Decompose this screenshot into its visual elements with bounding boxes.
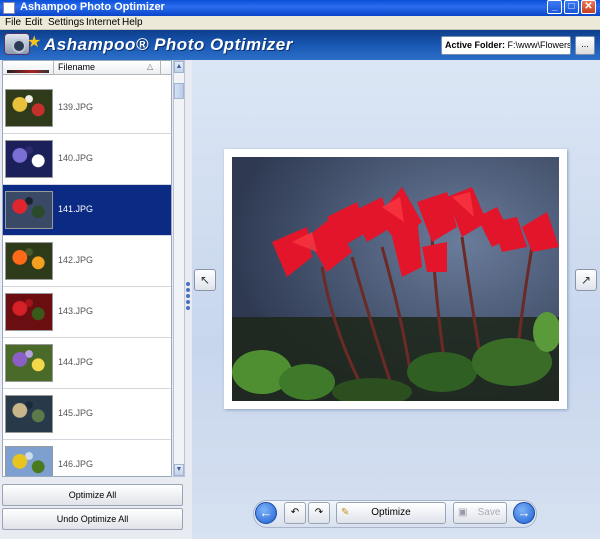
thumbnail-image <box>5 446 53 476</box>
minimize-button[interactable]: _ <box>547 0 562 14</box>
filename-column-header[interactable]: Filename <box>58 62 95 72</box>
filename-label: 140.JPG <box>58 153 94 163</box>
next-image-button[interactable]: ↗ <box>575 269 597 291</box>
star-icon: ★ <box>27 34 42 51</box>
thumbnail-image <box>5 191 53 229</box>
browse-folder-button[interactable]: ... <box>575 36 595 55</box>
close-button[interactable]: ✕ <box>581 0 596 14</box>
optimize-button[interactable]: ✎ Optimize <box>336 502 446 524</box>
rotate-left-button[interactable]: ↶ <box>284 502 306 524</box>
list-item[interactable]: 140.JPG <box>3 134 171 185</box>
maximize-button[interactable]: □ <box>564 0 579 14</box>
list-header: Filename △ <box>3 61 171 75</box>
next-arrow-icon[interactable]: → <box>513 502 535 524</box>
menu-file[interactable]: File <box>5 17 21 28</box>
thumbnail-column-header[interactable] <box>3 61 54 75</box>
title-bar: Ashampoo Photo Optimizer _ □ ✕ <box>0 0 600 16</box>
thumbnail-image <box>5 89 53 127</box>
scroll-up-icon[interactable]: ▲ <box>174 61 184 73</box>
preview-photo <box>232 157 559 401</box>
file-list-scrollbar[interactable]: ▲ ▼ <box>173 60 185 477</box>
app-icon <box>3 2 15 14</box>
magic-wand-icon: ✎ <box>341 507 350 518</box>
menu-bar: File Edit Settings Internet Help <box>0 16 600 30</box>
file-list[interactable]: Filename △ 139.JPG 140.JPG 141.JPG 142.JPG 1… <box>2 60 172 477</box>
menu-settings[interactable]: Settings <box>48 17 84 28</box>
rotate-right-button[interactable]: ↷ <box>308 502 330 524</box>
filename-label: 145.JPG <box>58 408 94 418</box>
brand-title: Ashampoo® Photo Optimizer <box>44 35 293 54</box>
window-title: Ashampoo Photo Optimizer <box>20 1 165 13</box>
menu-help[interactable]: Help <box>122 17 143 28</box>
previous-arrow-icon[interactable]: ← <box>255 502 277 524</box>
thumbnail-image <box>5 242 53 280</box>
thumbnail-image <box>5 344 53 382</box>
filename-label: 143.JPG <box>58 306 94 316</box>
active-folder-label: Active Folder: <box>445 40 506 50</box>
filename-label: 142.JPG <box>58 255 94 265</box>
list-item[interactable]: 139.JPG <box>3 83 171 134</box>
sort-arrow-icon: △ <box>147 62 154 71</box>
save-button[interactable]: ▣ Save <box>453 502 507 524</box>
list-item[interactable]: 146.JPG <box>3 440 171 476</box>
scroll-thumb[interactable] <box>174 83 184 99</box>
active-folder-path: F:\www\Flowers\ <box>507 40 571 50</box>
panel-splitter[interactable] <box>186 280 191 316</box>
filename-label: 146.JPG <box>58 459 94 469</box>
filename-label: 141.JPG <box>58 204 94 214</box>
thumbnail-image <box>5 395 53 433</box>
previous-image-button[interactable]: ↖ <box>194 269 216 291</box>
list-item[interactable]: 144.JPG <box>3 338 171 389</box>
menu-internet[interactable]: Internet <box>86 17 120 28</box>
active-folder-field[interactable]: Active Folder: F:\www\Flowers\ <box>441 36 571 55</box>
filename-label: 144.JPG <box>58 357 94 367</box>
scroll-down-icon[interactable]: ▼ <box>174 464 184 476</box>
optimize-label: Optimize <box>371 507 411 518</box>
menu-edit[interactable]: Edit <box>25 17 42 28</box>
list-item[interactable]: 142.JPG <box>3 236 171 287</box>
optimize-all-button[interactable]: Optimize All <box>2 484 183 506</box>
floppy-disk-icon: ▣ <box>458 507 468 518</box>
list-item[interactable]: 145.JPG <box>3 389 171 440</box>
filename-label: 139.JPG <box>58 102 94 112</box>
list-item[interactable]: 141.JPG <box>3 185 171 236</box>
thumbnail-image <box>5 140 53 178</box>
file-panel: Filename △ 139.JPG 140.JPG 141.JPG 142.JPG 1… <box>0 60 192 539</box>
undo-optimize-all-button[interactable]: Undo Optimize All <box>2 508 183 530</box>
cyclamen-photo-image <box>232 157 559 401</box>
thumbnail-image <box>5 293 53 331</box>
list-item[interactable]: 143.JPG <box>3 287 171 338</box>
